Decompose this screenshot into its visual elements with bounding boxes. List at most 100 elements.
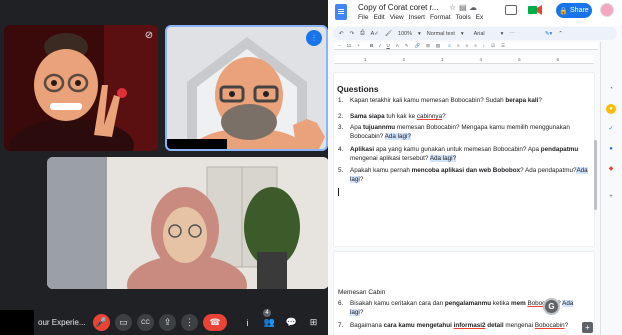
cloud-status-icon: ☁ bbox=[469, 3, 477, 12]
font-dropdown-icon[interactable]: ▾ bbox=[501, 31, 504, 37]
ruler-tick: 2 bbox=[402, 56, 406, 62]
align-left-icon[interactable]: ≡ bbox=[448, 43, 451, 48]
add-comment-icon[interactable]: + bbox=[582, 322, 593, 333]
scrollbar[interactable] bbox=[594, 140, 597, 210]
chat-button[interactable]: 💬 bbox=[283, 314, 300, 331]
meet-panel: ⊘ ⫶ our Experie... 🎤 ▭ CC ⇪ ⋮ ☎ i 👥 💬 ⊞ … bbox=[0, 0, 329, 335]
question-item: 7. Bagaimana cara kamu mengetahui informa… bbox=[338, 322, 588, 331]
menu-file[interactable]: File bbox=[358, 14, 368, 21]
captions-button[interactable]: CC bbox=[137, 314, 154, 331]
underline-icon[interactable]: U bbox=[386, 43, 389, 48]
contacts-icon[interactable]: ● bbox=[606, 144, 616, 154]
highlight-icon[interactable]: ✎ bbox=[405, 43, 409, 49]
menu-tools[interactable]: Tools bbox=[456, 14, 471, 21]
text-cursor bbox=[338, 188, 339, 196]
account-avatar[interactable] bbox=[600, 3, 614, 17]
meeting-name-redacted bbox=[0, 310, 34, 335]
question-text: Apakah kamu pernah mencoba aplikasi dan … bbox=[350, 167, 588, 183]
mic-off-icon: ⊘ bbox=[144, 30, 154, 41]
image-icon[interactable]: ▨ bbox=[436, 43, 440, 49]
question-item: 1. Kapan terakhir kali kamu memesan Boboc… bbox=[338, 97, 588, 106]
docs-panel: Copy of Corat coret r... ☆ ▤ ☁ File Edit… bbox=[328, 0, 622, 335]
spellcheck-icon[interactable]: A✓ bbox=[371, 31, 379, 37]
ruler-tick: 6 bbox=[556, 56, 560, 62]
document-page-2[interactable]: Memesan Cabin 6. Bisakah kamu ceritakan c… bbox=[334, 252, 594, 335]
meet-join-icon[interactable] bbox=[528, 5, 542, 15]
undo-icon[interactable]: ↶ bbox=[339, 31, 344, 37]
end-call-button[interactable]: ☎ bbox=[203, 314, 227, 331]
menu-view[interactable]: View bbox=[390, 14, 404, 21]
participant-tile-2[interactable]: ⫶ bbox=[165, 25, 328, 151]
meeting-name[interactable]: our Experie... bbox=[38, 318, 88, 327]
lock-icon: 🔒 bbox=[559, 7, 569, 15]
bold-icon[interactable]: B bbox=[370, 43, 373, 48]
print-icon[interactable]: ⎙ bbox=[360, 30, 364, 37]
text-color-icon[interactable]: A bbox=[396, 43, 399, 48]
keep-icon[interactable]: ◔ bbox=[606, 84, 616, 94]
camera-toggle-button[interactable]: ▭ bbox=[115, 314, 132, 331]
editing-mode-icon[interactable]: ✎▾ bbox=[545, 31, 552, 37]
menu-format[interactable]: Format bbox=[430, 14, 451, 21]
checklist-icon[interactable]: ☑ bbox=[491, 43, 495, 49]
question-text: Sama siapa tuh kak ke cabinnya? bbox=[350, 113, 446, 120]
zoom-select[interactable]: 100% bbox=[398, 31, 412, 37]
font-size-minus-icon[interactable]: − bbox=[338, 43, 341, 48]
question-number: 5. bbox=[338, 167, 344, 174]
questions-heading: Questions bbox=[337, 84, 379, 94]
align-center-icon[interactable]: ≡ bbox=[457, 43, 460, 48]
justify-icon[interactable]: ≡ bbox=[474, 43, 477, 48]
style-dropdown-icon[interactable]: ▾ bbox=[461, 31, 464, 37]
document-page-1[interactable]: Questions 1. Kapan terakhir kali kamu mem… bbox=[334, 73, 594, 246]
add-addon-icon[interactable]: + bbox=[606, 192, 616, 202]
ruler: − 11 + B I U A ✎ 🔗 ⊞ ▨ ≡ ≡ ≡ ≡ ↕ ☑ ☰ bbox=[334, 42, 598, 50]
question-item: 4. Aplikasi apa yang kamu gunakan untuk m… bbox=[338, 146, 588, 163]
question-number: 2. bbox=[338, 113, 344, 120]
ruler-tick: 1 bbox=[364, 56, 367, 62]
share-button[interactable]: 🔒 Share bbox=[556, 3, 592, 18]
question-item: 3. Apa tujuannmu memesan Bobocabin? Menga… bbox=[338, 124, 588, 141]
mic-toggle-button[interactable]: 🎤 bbox=[93, 314, 110, 331]
participant-tile-3[interactable] bbox=[47, 157, 329, 289]
menu-insert[interactable]: Insert bbox=[409, 14, 425, 21]
comment-history-icon[interactable] bbox=[505, 5, 517, 15]
move-folder-icon[interactable]: ▤ bbox=[459, 3, 467, 12]
meet-control-bar: our Experie... 🎤 ▭ CC ⇪ ⋮ ☎ i 👥 💬 ⊞ bbox=[0, 310, 328, 335]
font-size-plus-icon[interactable]: + bbox=[357, 43, 360, 48]
zoom-dropdown-icon[interactable]: ▾ bbox=[418, 31, 421, 37]
maps-icon[interactable]: ◆ bbox=[606, 164, 616, 174]
page-ruler: 1 2 3 4 5 6 bbox=[334, 55, 594, 64]
side-panel: ◔ ● ✓ ● ◆ + bbox=[600, 42, 622, 335]
question-item: 2. Sama siapa tuh kak ke cabinnya? bbox=[338, 113, 588, 122]
font-size-value[interactable]: 11 bbox=[347, 43, 352, 48]
menu-edit[interactable]: Edit bbox=[373, 14, 384, 21]
font-select[interactable]: Arial bbox=[474, 31, 485, 37]
document-title[interactable]: Copy of Corat coret r... bbox=[358, 3, 438, 12]
present-button[interactable]: ⇪ bbox=[159, 314, 176, 331]
people-button[interactable]: 👥 bbox=[261, 314, 278, 331]
meeting-info-button[interactable]: i bbox=[239, 314, 256, 331]
star-icon[interactable]: ☆ bbox=[449, 3, 456, 12]
paint-format-icon[interactable]: 🖌 bbox=[385, 31, 392, 37]
people-count-badge: 4 bbox=[263, 309, 271, 317]
align-right-icon[interactable]: ≡ bbox=[465, 43, 468, 48]
italic-icon[interactable]: I bbox=[379, 43, 380, 48]
section-heading: Memesan Cabin bbox=[338, 289, 386, 296]
docs-logo-icon[interactable] bbox=[335, 4, 347, 20]
redo-icon[interactable]: ↷ bbox=[350, 31, 355, 37]
line-spacing-icon[interactable]: ↕ bbox=[483, 43, 485, 48]
calendar-icon[interactable]: ✓ bbox=[606, 124, 616, 134]
bullet-list-icon[interactable]: ☰ bbox=[501, 43, 505, 49]
collapse-toolbar-icon[interactable]: ⌃ bbox=[558, 31, 563, 37]
more-options-button[interactable]: ⋮ bbox=[181, 314, 198, 331]
ruler-tick: 4 bbox=[479, 56, 483, 62]
question-text: Aplikasi apa yang kamu gunakan untuk mem… bbox=[350, 146, 579, 162]
link-icon[interactable]: 🔗 bbox=[415, 43, 421, 49]
menu-extensions[interactable]: Ex bbox=[476, 14, 484, 21]
participant-tile-1[interactable]: ⊘ bbox=[4, 25, 158, 151]
tasks-icon[interactable]: ● bbox=[606, 104, 616, 114]
style-select[interactable]: Normal text bbox=[427, 31, 455, 37]
activities-button[interactable]: ⊞ bbox=[305, 314, 322, 331]
comment-icon[interactable]: ⊞ bbox=[426, 43, 430, 49]
more-toolbar-icon[interactable]: ⋯ bbox=[509, 31, 515, 37]
grammarly-icon[interactable]: G bbox=[543, 298, 560, 315]
